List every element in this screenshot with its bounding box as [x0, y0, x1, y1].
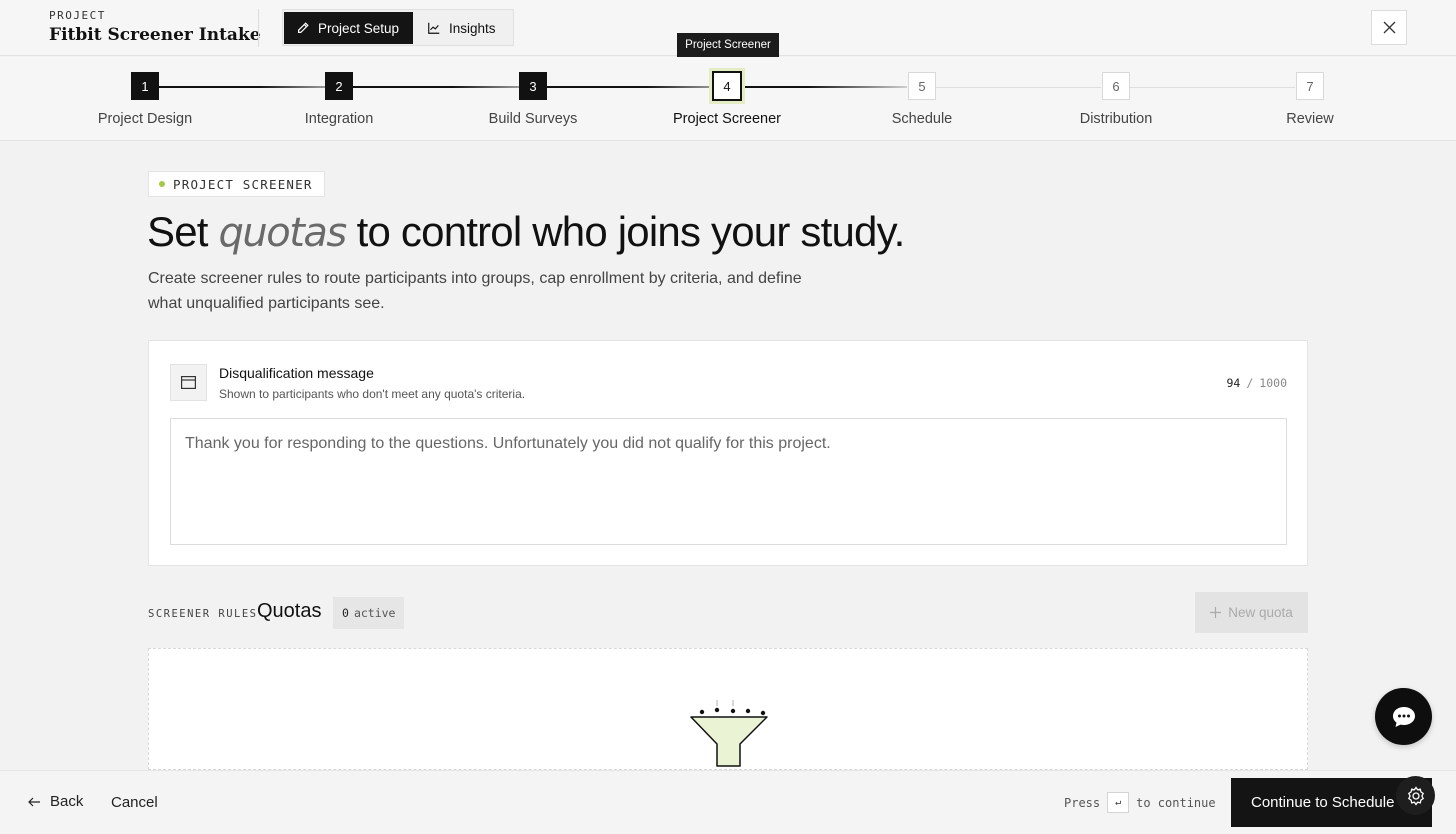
page-headline: Set quotas to control who joins your stu… [147, 208, 905, 256]
screener-rules-kicker: SCREENER RULES [148, 608, 258, 620]
insights-tab[interactable]: Insights [415, 12, 513, 44]
header-divider [258, 9, 259, 47]
new-quota-label: New quota [1228, 605, 1293, 620]
mode-switch: Project Setup Insights [282, 9, 514, 46]
chat-bubble-icon [1392, 706, 1415, 727]
step-1-label[interactable]: Project Design [55, 111, 235, 127]
message-window-icon [170, 364, 207, 401]
step-7-marker[interactable]: 7 [1296, 72, 1324, 100]
step-6-label[interactable]: Distribution [1026, 111, 1206, 127]
plus-icon [1210, 607, 1222, 618]
step-5-label[interactable]: Schedule [832, 111, 1012, 127]
step-connector [547, 86, 713, 88]
new-quota-button[interactable]: New quota [1195, 592, 1308, 633]
step-progress: 1 2 3 4 5 6 7 Project Design Integration… [0, 57, 1456, 141]
active-count: 0 [342, 606, 349, 620]
step-tooltip: Project Screener [677, 33, 779, 57]
quota-empty-state [148, 648, 1308, 770]
step-1-marker[interactable]: 1 [131, 72, 159, 100]
step-connector [741, 86, 907, 88]
disqualification-card: Disqualification message Shown to partic… [148, 340, 1308, 566]
step-2-label[interactable]: Integration [249, 111, 429, 127]
press-label: Press [1064, 795, 1101, 810]
to-continue-label: to continue [1136, 795, 1216, 810]
back-label: Back [50, 793, 84, 810]
keyboard-hint: Press ↵ to continue [1064, 792, 1216, 813]
disqualification-message-input[interactable]: Thank you for responding to the question… [170, 418, 1287, 545]
character-count-separator: / [1246, 376, 1254, 390]
project-setup-tab[interactable]: Project Setup [284, 12, 413, 44]
project-kicker: PROJECT [49, 9, 106, 22]
active-quota-count: 0 active [333, 597, 405, 629]
section-badge: PROJECT SCREENER [148, 171, 325, 197]
step-4-marker[interactable]: 4 [712, 71, 742, 101]
funnel-icon [690, 700, 768, 767]
step-3-label[interactable]: Build Surveys [443, 111, 623, 127]
character-count: 94 [1226, 376, 1241, 390]
disqualification-title: Disqualification message [219, 365, 374, 381]
close-button[interactable] [1371, 10, 1407, 45]
cancel-button[interactable]: Cancel [111, 794, 158, 811]
quotas-title: Quotas [257, 600, 322, 622]
character-counter: 94 / 1000 [1227, 376, 1288, 390]
step-6-marker[interactable]: 6 [1102, 72, 1130, 100]
step-connector [159, 86, 325, 88]
step-connector [353, 86, 519, 88]
headline-emphasis: quotas [218, 210, 348, 256]
disqualification-subtitle: Shown to participants who don't meet any… [219, 387, 526, 401]
back-button[interactable]: Back [28, 793, 83, 810]
section-badge-label: PROJECT SCREENER [173, 176, 313, 192]
footer-bar: Back Cancel Press ↵ to continue Continue… [0, 770, 1456, 834]
headline-end: to control who joins your study. [345, 208, 906, 255]
step-3-marker[interactable]: 3 [519, 72, 547, 100]
headline-start: Set [147, 208, 219, 255]
project-setup-label: Project Setup [318, 20, 400, 36]
status-dot [159, 181, 165, 187]
page-description: Create screener rules to route participa… [148, 270, 802, 312]
insights-label: Insights [449, 20, 496, 36]
step-7-label[interactable]: Review [1220, 111, 1400, 127]
enter-key-icon: ↵ [1107, 792, 1130, 813]
settings-button[interactable] [1396, 776, 1435, 815]
project-title: Fitbit Screener Intake [49, 25, 261, 45]
gear-icon [1407, 785, 1424, 806]
step-connector [935, 87, 1101, 88]
character-limit: 1000 [1259, 376, 1287, 390]
arrow-left-icon [28, 797, 40, 806]
active-label: active [353, 606, 396, 620]
step-4-label[interactable]: Project Screener [637, 111, 817, 127]
pencil-icon [298, 22, 309, 33]
chat-support-button[interactable] [1375, 688, 1432, 745]
step-5-marker[interactable]: 5 [908, 72, 936, 100]
line-chart-icon [428, 22, 440, 34]
close-icon [1383, 21, 1395, 34]
step-connector [1129, 87, 1295, 88]
step-2-marker[interactable]: 2 [325, 72, 353, 100]
